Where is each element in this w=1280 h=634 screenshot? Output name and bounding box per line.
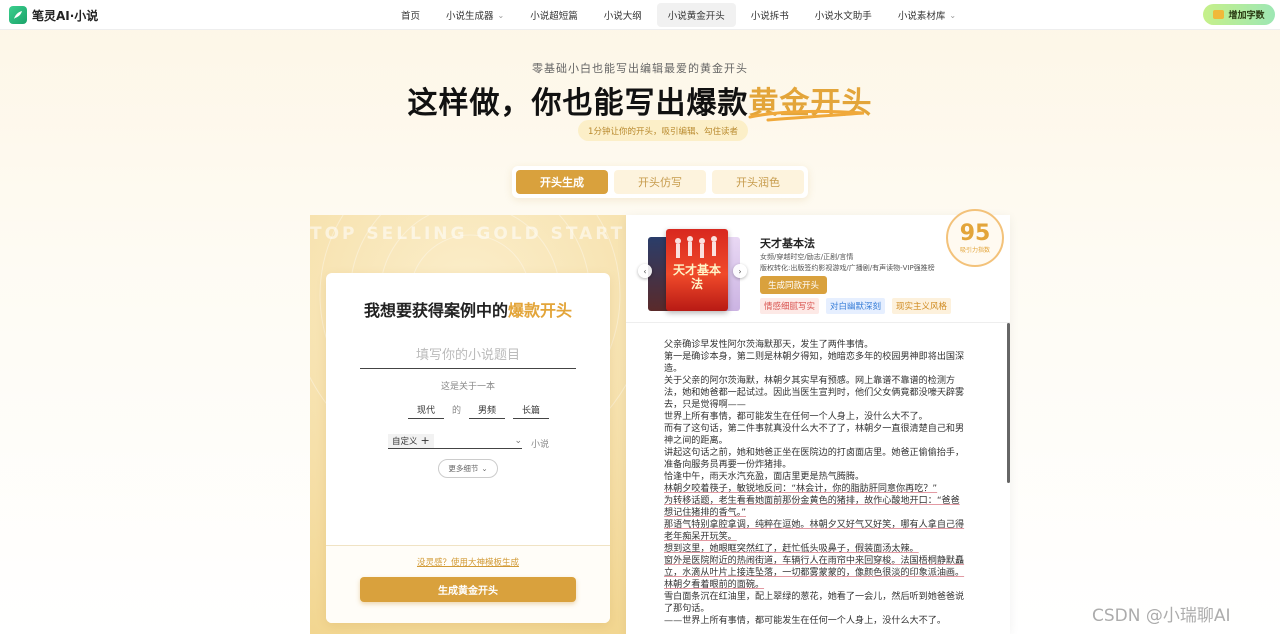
chevron-right-icon: › [738,266,742,276]
attraction-score-badge: 95 吸引力指数 [946,209,1004,267]
setting-select[interactable]: 现代 [408,403,445,419]
more-details-button[interactable]: 更多细节 ⌄ [438,459,498,478]
nav-item-book-breakdown[interactable]: 小说拆书 [740,3,800,27]
book-meta-genre: 女频/穿越时空/励志/正剧/言情 [760,253,854,261]
add-words-button[interactable]: 增加字数 [1203,4,1275,25]
story-paragraph: 林朝夕看着眼前的面碗。 [664,580,765,590]
brush-underline-icon [748,109,865,122]
story-paragraph: 想到这里，她眼眶突然红了，赶忙低头吸鼻子，假装面汤太辣。 [664,544,919,554]
nav-label: 小说超短篇 [530,11,578,22]
book-cover-carousel: 天才基本法 [644,229,740,311]
tab-opening-polish[interactable]: 开头润色 [712,170,804,194]
channel-select[interactable]: 男频 [469,403,506,419]
length-select[interactable]: 长篇 [513,403,550,419]
nav-label: 小说水文助手 [814,11,872,22]
novel-title-input[interactable] [360,343,576,369]
book-card: 天才基本法 ‹ › 天才基本法 女频/穿越时空/励志/正剧/言情 版权转化:出版… [626,209,1010,323]
nav-item-short-story[interactable]: 小说超短篇 [519,3,589,27]
book-cover-main[interactable]: 天才基本法 [666,229,728,311]
story-paragraph: 关于父亲的阿尔茨海默，林朝夕其实早有预感。网上靠谱不靠谱的检测方法，她和她爸都一… [664,376,965,410]
nav-label: 小说素材库 [897,11,946,22]
top-navbar: 笔灵AI·小说 首页 小说生成器 ⌄ 小说超短篇 小说大纲 小说黄金开头 小说拆书… [0,0,1280,30]
mode-tabs: 开头生成 开头仿写 开头润色 [512,166,808,198]
story-paragraph: 林朝夕咬着筷子，敏锐地反问：“林会计，你的脂肪肝同意你再吃？” [664,484,938,494]
de-label: 的 [452,406,462,416]
score-label: 吸引力指数 [959,246,990,254]
chevron-down-icon: ⌄ [481,464,488,473]
story-paragraph: 窗外是医院附近的热闹街道，车辆行人在雨帘中来回穿梭。法国梧桐静默矗立，水滴从叶片… [664,556,965,578]
form-footer: 没灵感？使用大神模板生成 生成黄金开头 [326,545,610,623]
story-paragraph: 第一是确诊本身，第二则是林朝夕得知，她暗恋多年的校园男神即将出国深造。 [664,352,965,374]
genre-select-row: 现代 的 男频 长篇 [408,403,550,419]
nav-label: 小说拆书 [750,11,789,22]
main-nav: 首页 小说生成器 ⌄ 小说超短篇 小说大纲 小说黄金开头 小说拆书 小说水文助手 … [390,3,967,27]
hero-subtitle: 零基础小白也能写出编辑最爱的黄金开头 [532,62,748,75]
nav-item-golden-opening[interactable]: 小说黄金开头 [656,3,736,27]
style-tag: 现实主义风格 [892,298,952,314]
opening-form-card: 我想要获得案例中的爆款开头 这是关于一本 现代 的 男频 长篇 自定义 + ⌄ … [326,273,610,623]
custom-genre-select[interactable]: 自定义 + ⌄ [388,433,522,449]
nav-item-outline[interactable]: 小说大纲 [593,3,653,27]
story-paragraph: 而有了这句话，第二件事就真没什么大不了了，林朝夕一直很清楚自己和男神之间的距离。 [664,424,965,446]
nav-item-filler-assistant[interactable]: 小说水文助手 [804,3,883,27]
book-title: 天才基本法 [760,237,815,250]
brand-name: 笔灵AI·小说 [32,8,99,23]
chevron-down-icon: ⌄ [497,10,505,20]
more-details-label: 更多细节 [448,464,479,473]
generate-similar-button[interactable]: 生成同款开头 [760,276,827,294]
carousel-prev-button[interactable]: ‹ [638,264,652,278]
carousel-next-button[interactable]: › [733,264,747,278]
chevron-down-icon: ⌄ [514,435,522,446]
nav-item-generator[interactable]: 小说生成器 ⌄ [435,3,515,27]
nav-label: 小说生成器 [446,11,494,22]
watermark: CSDN @小瑞聊AI [1092,606,1231,626]
story-paragraph: 世界上所有事情，都可能发生在任何一个人身上，没什么大不了。 [664,412,928,422]
story-paragraph: 恰逢中午，雨天水汽充盈，面店里更是热气腾腾。 [664,472,865,482]
nav-item-material-library[interactable]: 小说素材库 ⌄ [887,3,967,27]
nav-label: 小说黄金开头 [667,11,725,22]
brand[interactable]: 笔灵AI·小说 [9,5,98,25]
form-title-plain: 我想要获得案例中的 [363,301,508,320]
feather-logo-icon [9,6,27,24]
novel-label: 小说 [531,440,550,450]
custom-chip-label: 自定义 [392,436,418,447]
story-paragraph: 父亲确诊早发性阿尔茨海默那天，发生了两件事情。 [664,340,874,350]
score-value: 95 [959,220,991,246]
hero-title-plain: 这样做，你也能写出爆款 [407,86,749,121]
tab-opening-generate[interactable]: 开头生成 [516,170,608,194]
cover-title: 天才基本法 [672,263,721,291]
chevron-down-icon: ⌄ [949,10,957,20]
hero-tip: 1分钟让你的开头，吸引编辑、勾住读者 [578,120,748,141]
story-paragraph: ——世界上所有事情，都可能发生在任何一个人身上，没什么大不了。 [664,616,946,626]
hero-title: 这样做，你也能写出爆款黄金开头 [0,78,1280,122]
style-tag: 对白幽默深刻 [826,298,886,314]
book-meta: 女频/穿越时空/励志/正剧/言情 版权转化:出版签约影视游戏/广播剧/有声读物-… [760,252,935,274]
scrollbar[interactable] [1007,323,1010,483]
tab-opening-imitate[interactable]: 开头仿写 [614,170,706,194]
story-paragraph: 为转移话题，老生看看她面前那份金黄色的猪排，故作心酸地开口：“爸爸想记住猪排的香… [664,496,960,518]
style-tags: 情感细腻写实 对白幽默深刻 现实主义风格 [760,298,952,314]
form-title: 我想要获得案例中的爆款开头 [326,297,610,321]
nav-label: 首页 [401,11,421,22]
generate-opening-button[interactable]: 生成黄金开头 [360,577,576,602]
example-opening-text: 父亲确诊早发性阿尔茨海默那天，发生了两件事情。第一是确诊本身，第二则是林朝夕得知… [664,339,968,634]
form-title-highlight: 爆款开头 [508,301,573,320]
coin-icon [1213,10,1225,19]
nav-item-home[interactable]: 首页 [390,3,431,27]
book-meta-rights: 版权转化:出版签约影视游戏/广播剧/有声读物-VIP强推榜 [760,264,935,272]
story-paragraph: 那语气特别拿腔拿调，纯粹在逗她。林朝夕又好气又好笑，哪有人拿自己得老年痴呆开玩笑… [664,520,965,542]
story-paragraph: 讲起这句话之前，她和她爸正坐在医院边的打卤面店里。她爸正偷偷抬手，准备向服务员再… [664,448,965,470]
add-words-label: 增加字数 [1228,11,1265,21]
story-paragraph: 雪白面条沉在红油里，配上翠绿的葱花，她看了一会儿，然后听到她爸爸说了那句话。 [664,592,965,614]
plus-icon: + [420,433,430,447]
template-link[interactable]: 没灵感？使用大神模板生成 [326,556,610,568]
nav-label: 小说大纲 [603,11,642,22]
custom-chip[interactable]: 自定义 + [388,433,434,448]
example-panel: 天才基本法 ‹ › 天才基本法 女频/穿越时空/励志/正剧/言情 版权转化:出版… [626,209,1010,634]
about-label: 这是关于一本 [440,382,495,392]
generator-panel: TOP SELLING GOLD START 我想要获得案例中的爆款开头 这是关… [310,215,626,634]
style-tag: 情感细腻写实 [760,298,820,314]
chevron-left-icon: ‹ [643,266,647,276]
